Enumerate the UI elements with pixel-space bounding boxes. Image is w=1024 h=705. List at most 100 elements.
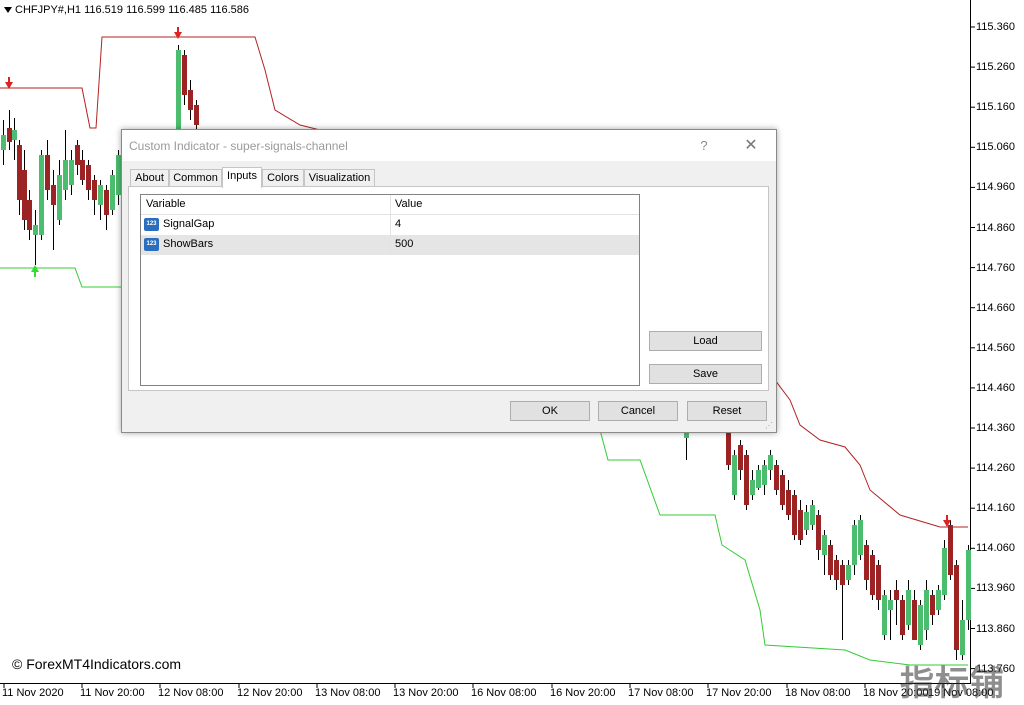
integer-param-icon: 123 [144,238,159,251]
time-tick-label: 18 Nov 08:00 [785,687,851,699]
candle-body [22,170,27,220]
price-tick-label: 114.860 [976,221,1015,234]
tab-visualization[interactable]: Visualization [304,169,375,186]
candle-body [182,55,187,95]
tab-colors[interactable]: Colors [262,169,304,186]
price-tick-label: 114.460 [976,381,1015,394]
candle-body [942,548,947,595]
column-divider [390,195,391,214]
candle-body [732,455,737,495]
time-tick-label: 17 Nov 20:00 [706,687,772,699]
price-tick-label: 114.760 [976,261,1015,274]
time-tick-label: 12 Nov 20:00 [237,687,303,699]
candle-body [7,128,12,142]
cancel-button[interactable]: Cancel [598,401,678,421]
candle-body [756,470,761,488]
candle-body [86,165,91,190]
candle-body [762,465,767,485]
param-value[interactable]: 500 [395,238,413,250]
help-button[interactable]: ? [692,136,716,156]
candle-body [858,520,863,555]
column-value[interactable]: Value [395,198,422,210]
candle-body [882,595,887,635]
price-tick-label: 114.960 [976,181,1015,194]
price-tick-label: 114.160 [976,502,1015,515]
symbol-info-text: CHFJPY#,H1 116.519 116.599 116.485 116.5… [15,4,250,16]
cell-divider [390,235,391,255]
inputs-grid[interactable]: Variable Value 123 SignalGap 4 123 ShowB… [140,194,640,386]
candle-body [12,130,17,140]
candle-body [912,600,917,640]
candle-body [876,565,881,600]
candle-body [804,512,809,530]
time-tick-label: 11 Nov 20:00 [80,687,145,699]
time-tick-label: 13 Nov 08:00 [315,687,381,699]
candle-body [810,505,815,525]
candle-body [726,430,731,465]
candle-body [92,180,97,200]
param-name: ShowBars [163,238,214,250]
candle-body [846,565,851,580]
upper-channel-line [774,379,968,528]
candle-body [75,145,80,165]
load-button[interactable]: Load [649,331,762,351]
time-tick-label: 17 Nov 08:00 [628,687,694,699]
candle-body [744,455,749,505]
candle-body [924,590,929,630]
candle-body [98,185,103,205]
integer-param-icon: 123 [144,218,159,231]
tab-inputs[interactable]: Inputs [222,167,262,188]
candle-body [738,445,743,470]
watermark-logo: 指标铺 [900,664,1005,704]
candle-body [104,190,109,215]
save-button[interactable]: Save [649,364,762,384]
lower-channel-line [0,267,121,288]
price-tick-label: 115.360 [976,21,1015,33]
copyright-text: © ForexMT4Indicators.com [12,656,182,672]
cell-divider [390,215,391,235]
price-tick-label: 114.260 [976,462,1015,475]
close-button[interactable]: ✕ [736,136,766,156]
candle-body [63,160,68,190]
reset-button[interactable]: Reset [687,401,767,421]
candle-body [960,620,965,655]
table-row[interactable]: 123 SignalGap 4 [141,215,639,235]
buy-arrow-icon [31,265,39,277]
dropdown-triangle-icon[interactable] [4,7,12,14]
ok-button[interactable]: OK [510,401,590,421]
candle-body [834,560,839,580]
param-name: SignalGap [163,218,215,230]
candle-body [852,525,857,565]
candle-body [17,145,22,200]
candle-body [188,90,193,110]
price-tick-label: 113.860 [976,622,1015,635]
candle-body [888,600,893,610]
price-tick-label: 115.260 [976,61,1015,74]
candle-body [816,515,821,550]
resize-grip-icon[interactable]: ⋰ [765,421,773,430]
candle-body [798,510,803,540]
column-variable[interactable]: Variable [146,198,186,210]
candle-body [176,50,181,130]
time-tick-label: 12 Nov 08:00 [158,687,224,699]
param-value[interactable]: 4 [395,218,401,230]
candle-body [936,590,941,610]
candle-body [948,525,953,575]
table-row[interactable]: 123 ShowBars 500 [141,235,639,255]
candle-body [57,175,62,220]
price-tick-label: 114.560 [976,341,1015,354]
candle-body [870,555,875,595]
price-tick-label: 115.160 [976,101,1015,114]
candle-body [69,160,74,185]
tab-about[interactable]: About [130,169,169,186]
candle-body [110,175,115,210]
candle-body [786,490,791,515]
dialog-title-bar[interactable]: Custom Indicator - super-signals-channel… [122,130,776,161]
tab-common[interactable]: Common [169,169,222,186]
candle-body [39,155,44,235]
candle-body [930,595,935,615]
price-tick-label: 113.960 [976,582,1015,595]
candle-body [894,590,899,600]
symbol-info: CHFJPY#,H1 116.519 116.599 116.485 116.5… [4,4,249,16]
candle-body [864,545,869,580]
